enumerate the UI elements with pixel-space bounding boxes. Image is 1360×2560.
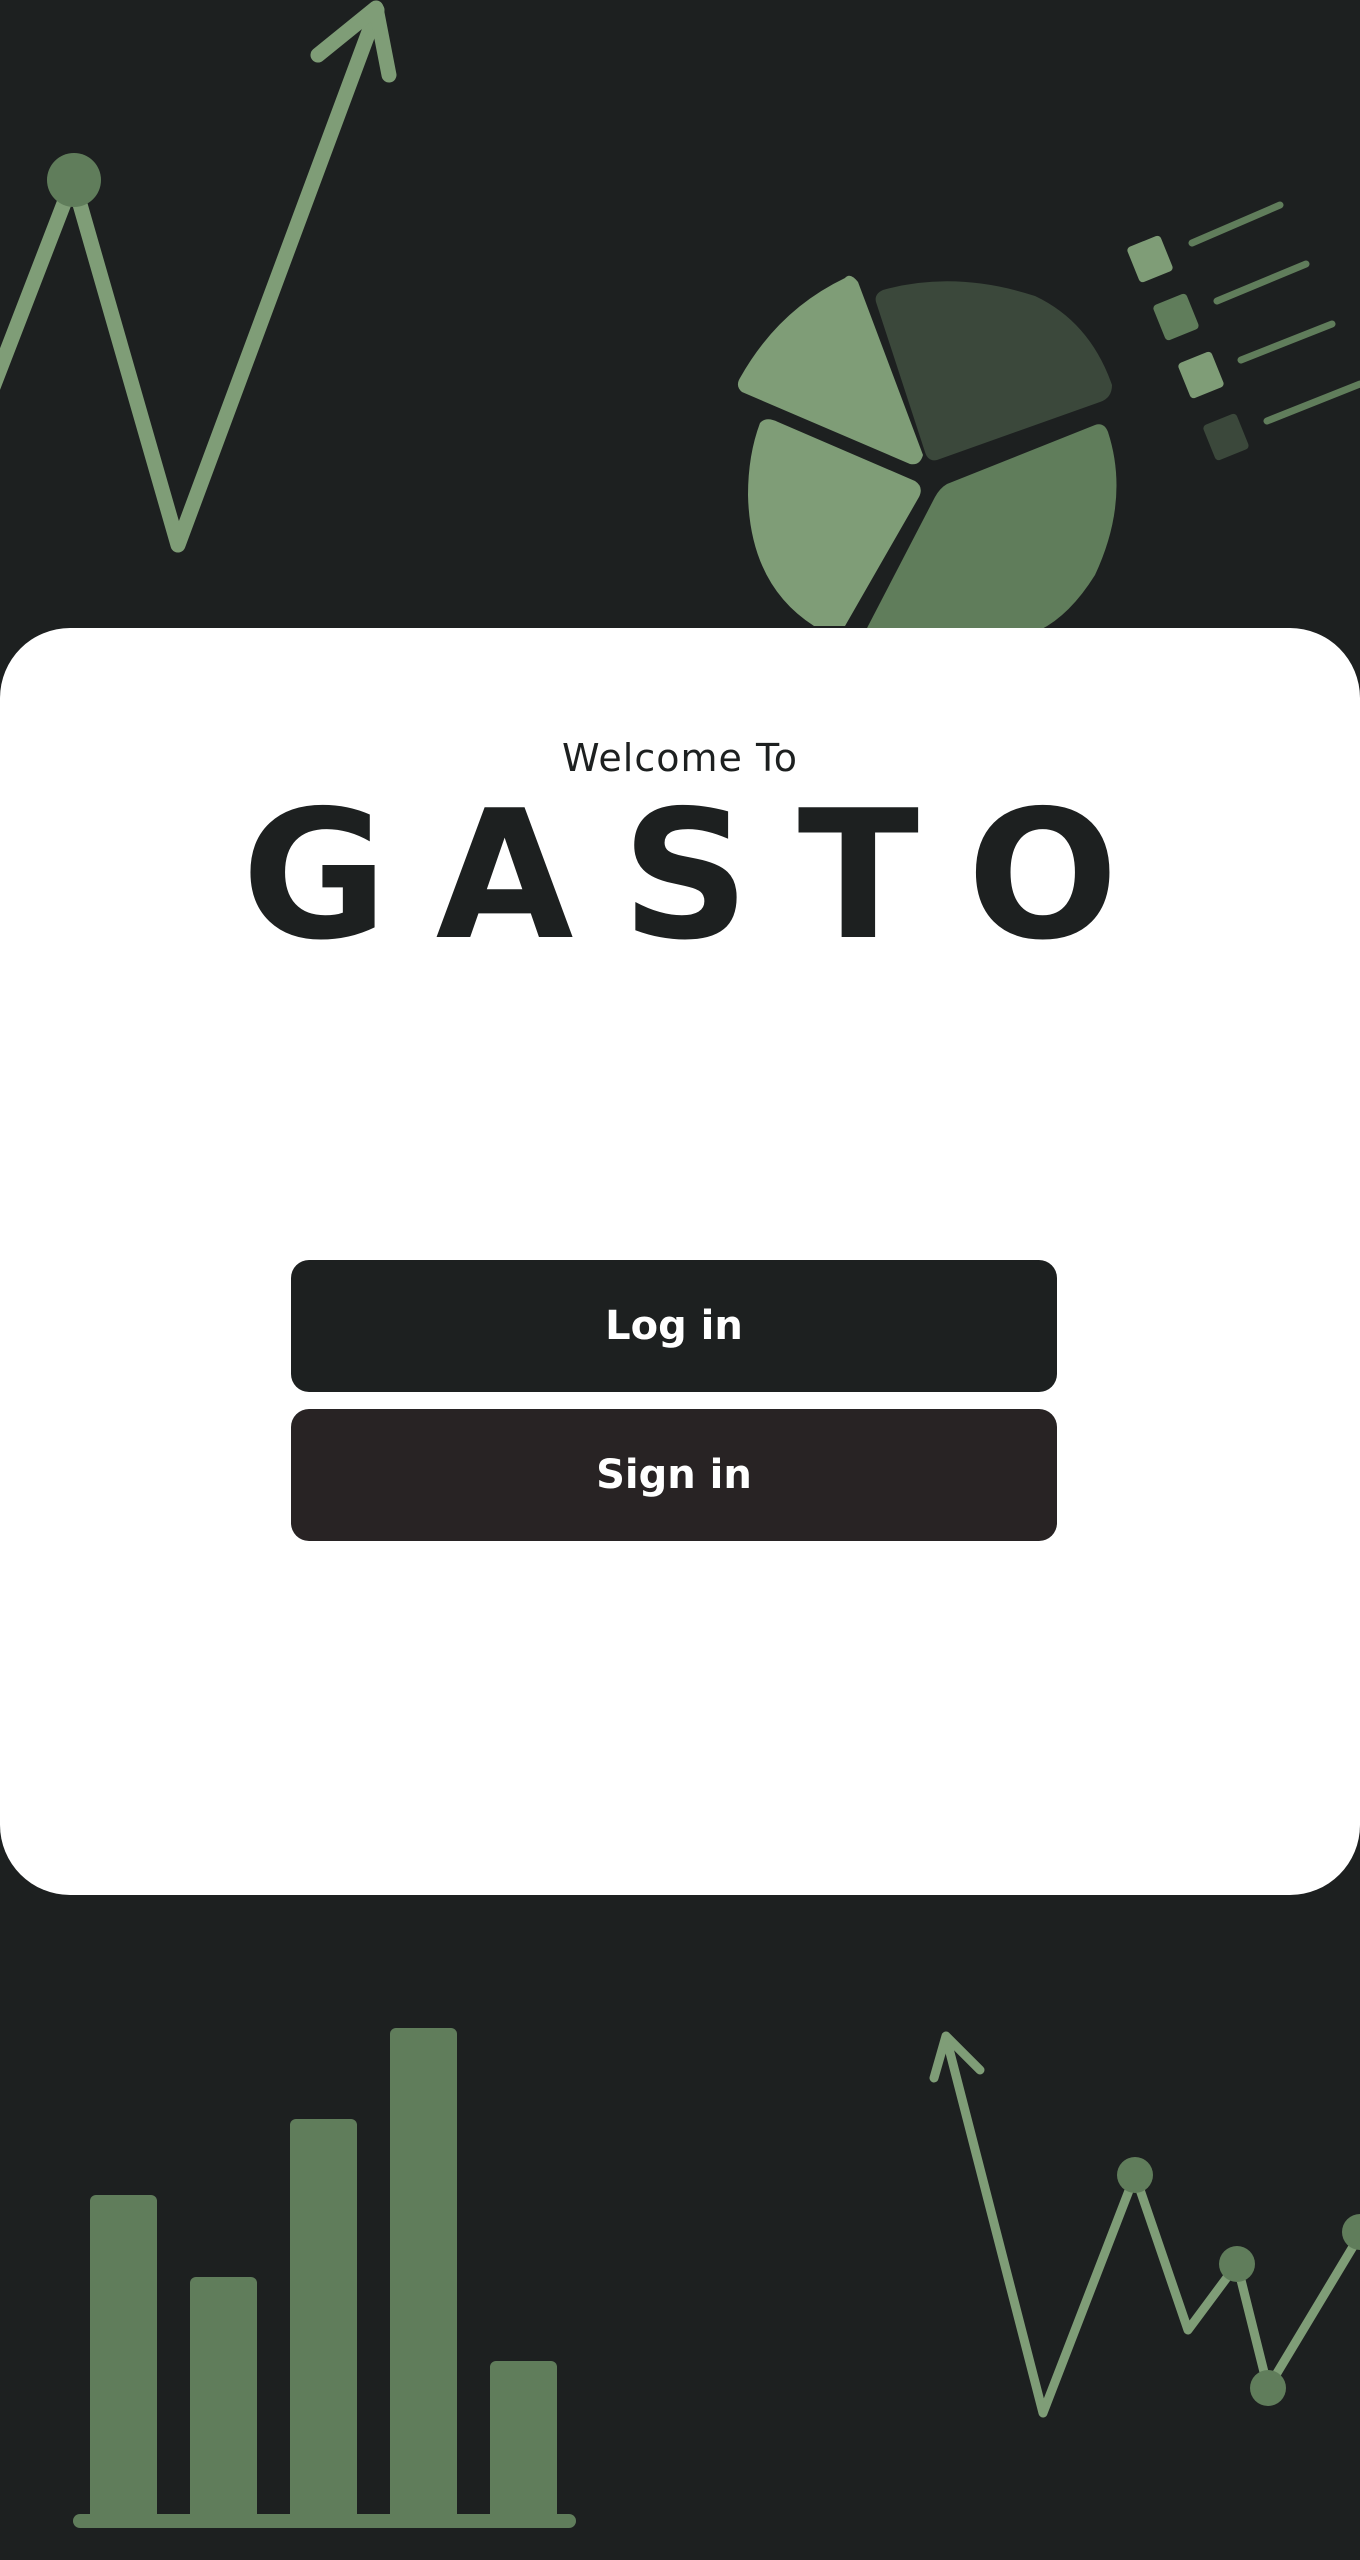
bar-chart-icon: [73, 2028, 576, 2528]
line-chart-icon: [929, 2031, 1360, 2418]
welcome-screen: Welcome To GASTO Log in Sign in: [0, 0, 1360, 2560]
line-chart-up-arrow-icon: [0, 0, 397, 553]
signin-button[interactable]: Sign in: [291, 1409, 1057, 1541]
pie-chart-icon: [737, 275, 1117, 630]
brand-title: GASTO: [241, 772, 1167, 979]
login-button-label: Log in: [605, 1303, 743, 1349]
login-button[interactable]: Log in: [291, 1260, 1057, 1392]
signin-button-label: Sign in: [596, 1452, 752, 1498]
welcome-card: Welcome To GASTO Log in Sign in: [0, 628, 1360, 1895]
legend-list-icon: [1127, 201, 1360, 461]
